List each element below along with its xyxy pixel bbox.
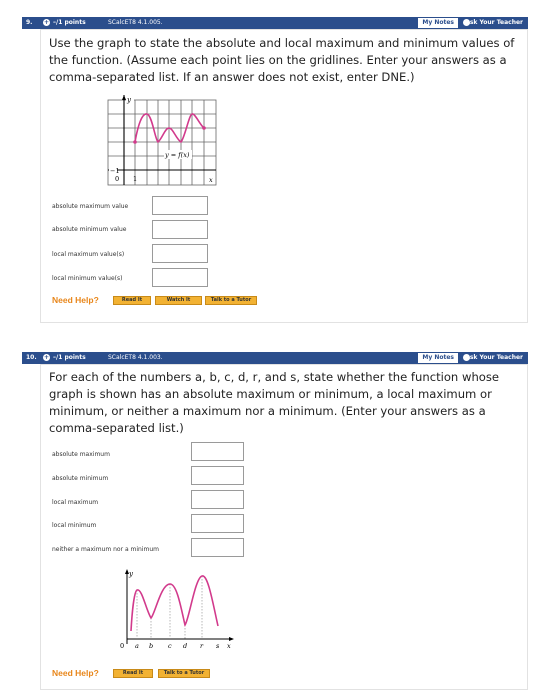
tick-s: s <box>216 642 220 650</box>
question-9-header: 9. + –/1 points SCalcET8 4.1.005. My Not… <box>22 17 528 29</box>
local-min-input[interactable] <box>152 268 208 287</box>
talk-to-tutor-button[interactable]: Talk to a Tutor <box>205 296 257 305</box>
ask-teacher-button[interactable]: Ask Your Teacher <box>465 354 523 361</box>
question-9-graph: y y = f(x) −1 0 1 x <box>107 95 217 186</box>
tick-d: d <box>183 642 187 650</box>
field-label: local maximum <box>52 499 99 506</box>
local-min-input[interactable] <box>191 514 244 533</box>
absolute-max-input[interactable] <box>152 196 208 215</box>
source-label: SCalcET8 4.1.003. <box>108 354 163 361</box>
source-label: SCalcET8 4.1.005. <box>108 19 163 26</box>
absolute-max-input[interactable] <box>191 442 244 461</box>
question-number: 10. <box>26 354 37 361</box>
function-curve <box>130 575 219 632</box>
field-label: neither a maximum nor a minimum <box>52 546 160 553</box>
ask-teacher-button[interactable]: Ask Your Teacher <box>465 19 523 26</box>
origin-label: 0 <box>115 175 119 183</box>
my-notes-button[interactable]: My Notes <box>418 353 458 363</box>
watch-it-button[interactable]: Watch It <box>155 296 202 305</box>
my-notes-button[interactable]: My Notes <box>418 18 458 28</box>
field-label: absolute maximum value <box>52 203 129 210</box>
question-number: 9. <box>26 19 33 26</box>
x-axis-label: x <box>227 642 231 650</box>
field-label: local maximum value(s) <box>52 251 125 258</box>
question-10-text: For each of the numbers a, b, c, d, r, a… <box>49 370 500 435</box>
one-label: 1 <box>133 175 137 183</box>
expand-icon[interactable]: + <box>43 19 50 26</box>
read-it-button[interactable]: Read It <box>113 669 153 678</box>
read-it-button[interactable]: Read It <box>113 296 151 305</box>
neg-one-label: −1 <box>110 167 120 175</box>
x-axis-label: x <box>209 176 213 184</box>
talk-to-tutor-button[interactable]: Talk to a Tutor <box>158 669 210 678</box>
need-help-label: Need Help? <box>52 295 99 305</box>
function-label: y = f(x) <box>164 151 190 159</box>
field-label: absolute minimum <box>52 475 109 482</box>
absolute-min-input[interactable] <box>152 220 208 239</box>
question-9-text: Use the graph to state the absolute and … <box>49 36 515 84</box>
absolute-min-input[interactable] <box>191 466 244 485</box>
question-10-graph: y 0 a b c d r s x <box>120 569 234 650</box>
field-label: local minimum value(s) <box>52 275 123 282</box>
question-10-header: 10. + –/1 points SCalcET8 4.1.003. My No… <box>22 352 528 364</box>
tick-r: r <box>200 642 204 650</box>
local-max-input[interactable] <box>152 244 208 263</box>
points-label: –/1 points <box>53 354 86 361</box>
tick-a: a <box>135 642 139 650</box>
origin-label: 0 <box>120 642 124 650</box>
points-label: –/1 points <box>53 19 86 26</box>
local-max-input[interactable] <box>191 490 244 509</box>
need-help-label: Need Help? <box>52 668 99 678</box>
field-label: local minimum <box>52 522 97 529</box>
field-label: absolute maximum <box>52 451 110 458</box>
tick-c: c <box>168 642 172 650</box>
expand-icon[interactable]: + <box>43 354 50 361</box>
neither-input[interactable] <box>191 538 244 557</box>
field-label: absolute minimum value <box>52 226 127 233</box>
y-axis-label: y <box>128 570 134 578</box>
tick-b: b <box>149 642 153 650</box>
